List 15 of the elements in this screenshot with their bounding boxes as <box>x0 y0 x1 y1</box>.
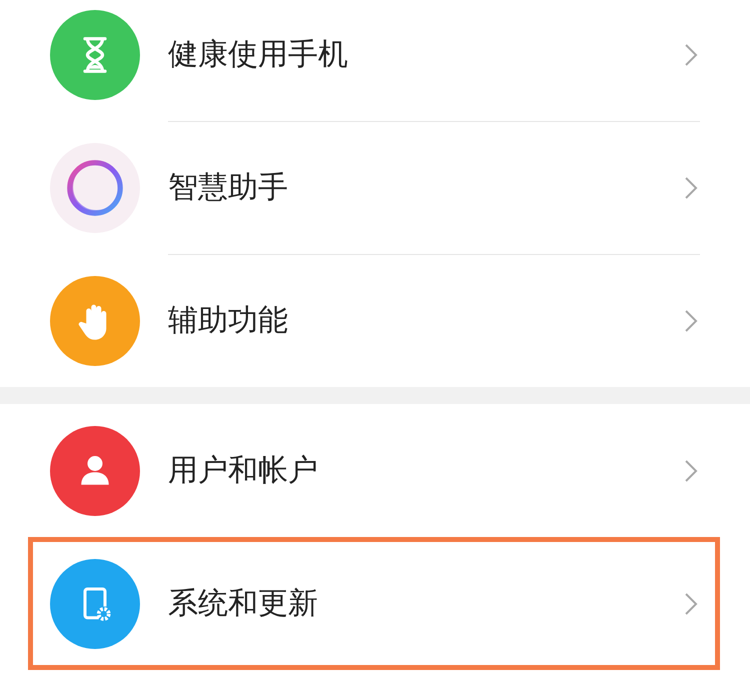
chevron-icon <box>684 458 698 482</box>
settings-item[interactable]: 系统和更新 <box>28 537 720 670</box>
settings-item[interactable]: 辅助功能 <box>0 254 750 387</box>
item-label: 辅助功能 <box>168 302 289 340</box>
settings-item[interactable]: 健康使用手机 <box>0 0 750 121</box>
chevron-icon <box>684 176 698 200</box>
item-label: 智慧助手 <box>168 169 289 207</box>
chevron-icon <box>684 42 698 66</box>
chevron-icon <box>684 308 698 332</box>
item-label: 用户和帐户 <box>168 452 319 490</box>
settings-item[interactable]: 用户和帐户 <box>0 404 750 537</box>
chevron-icon <box>684 592 698 616</box>
item-label: 系统和更新 <box>168 585 319 623</box>
item-label: 健康使用手机 <box>168 36 349 74</box>
settings-item[interactable]: 智慧助手 <box>0 121 750 254</box>
